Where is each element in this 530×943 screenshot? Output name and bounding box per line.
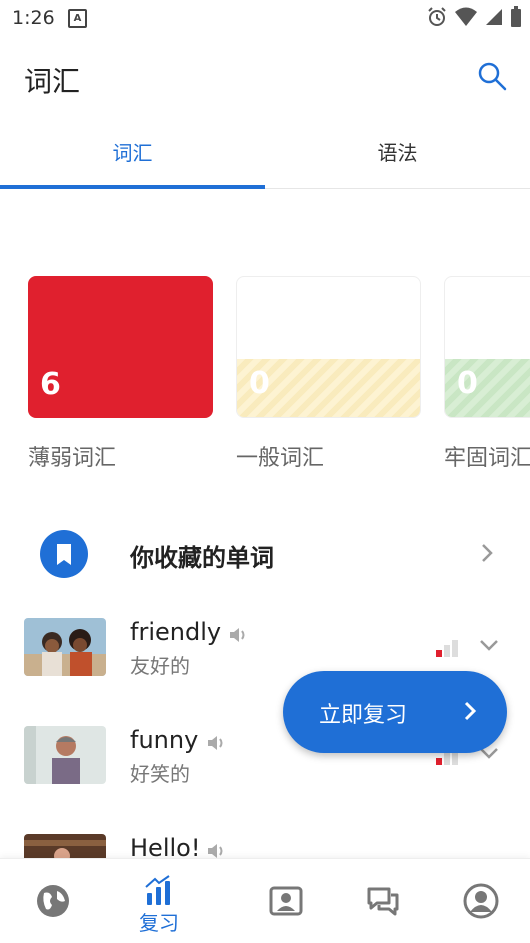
tab-bar: 词汇 语法 [0,126,530,189]
review-now-label: 立即复习 [319,703,408,728]
strong-words-label: 牢固词汇 [444,446,530,471]
word-chinese: 好笑的 [130,762,190,786]
app-header: 词汇 [0,36,530,120]
bottom-navigation: 复习 [0,858,530,943]
saved-words-row[interactable]: 你收藏的单词 [0,520,530,586]
word-chinese: 友好的 [130,654,190,678]
word-thumbnail [24,618,106,676]
weak-words-box: 6 [28,276,213,418]
nav-account[interactable] [428,859,530,943]
globe-icon [37,885,69,917]
account-icon [463,883,499,919]
chevron-down-icon[interactable] [478,638,500,652]
signal-icon [486,9,502,25]
strong-words-box: 0 [444,276,530,418]
profile-card-icon [269,886,303,916]
strong-words-card[interactable]: 0 牢固词汇 [444,276,530,472]
tab-indicator [0,185,265,189]
medium-words-label: 一般词汇 [236,446,325,471]
bookmark-icon [40,530,88,578]
wifi-icon [455,7,477,26]
alarm-icon [428,7,446,26]
status-time: 1:26 [12,7,55,29]
tab-vocabulary[interactable]: 词汇 [0,126,265,186]
strength-bars [436,640,458,657]
review-chart-icon [145,875,170,905]
search-icon[interactable] [476,60,508,92]
medium-words-count: 0 [249,366,270,401]
status-bar: 1:26 A [0,0,530,36]
speaker-icon[interactable] [228,626,248,644]
weak-words-card[interactable]: 6 薄弱词汇 [28,276,213,472]
chat-icon [367,887,399,916]
word-english: funny [130,726,199,754]
medium-words-card[interactable]: 0 一般词汇 [236,276,421,472]
word-english: friendly [130,618,222,646]
weak-words-count: 6 [40,367,61,402]
nav-explore[interactable] [0,859,106,943]
speaker-icon[interactable] [206,734,226,752]
tab-grammar[interactable]: 语法 [265,126,530,186]
chevron-right-icon [464,701,477,721]
nav-review-label: 复习 [139,911,179,935]
page-title: 词汇 [24,65,81,98]
review-now-button[interactable]: 立即复习 [283,671,507,753]
strong-words-count: 0 [457,366,478,401]
nav-chat[interactable] [330,859,436,943]
status-icons [426,6,522,28]
nav-profile-card[interactable] [233,859,339,943]
word-thumbnail [24,726,106,784]
weak-words-label: 薄弱词汇 [28,446,117,471]
notification-icon: A [68,9,87,28]
medium-words-box: 0 [236,276,421,418]
battery-icon [511,6,521,27]
chevron-right-icon [482,544,493,562]
strength-cards: 6 薄弱词汇 0 一般词汇 0 牢固词汇 [28,276,530,476]
saved-words-label: 你收藏的单词 [130,544,274,572]
nav-review[interactable]: 复习 [106,859,212,943]
